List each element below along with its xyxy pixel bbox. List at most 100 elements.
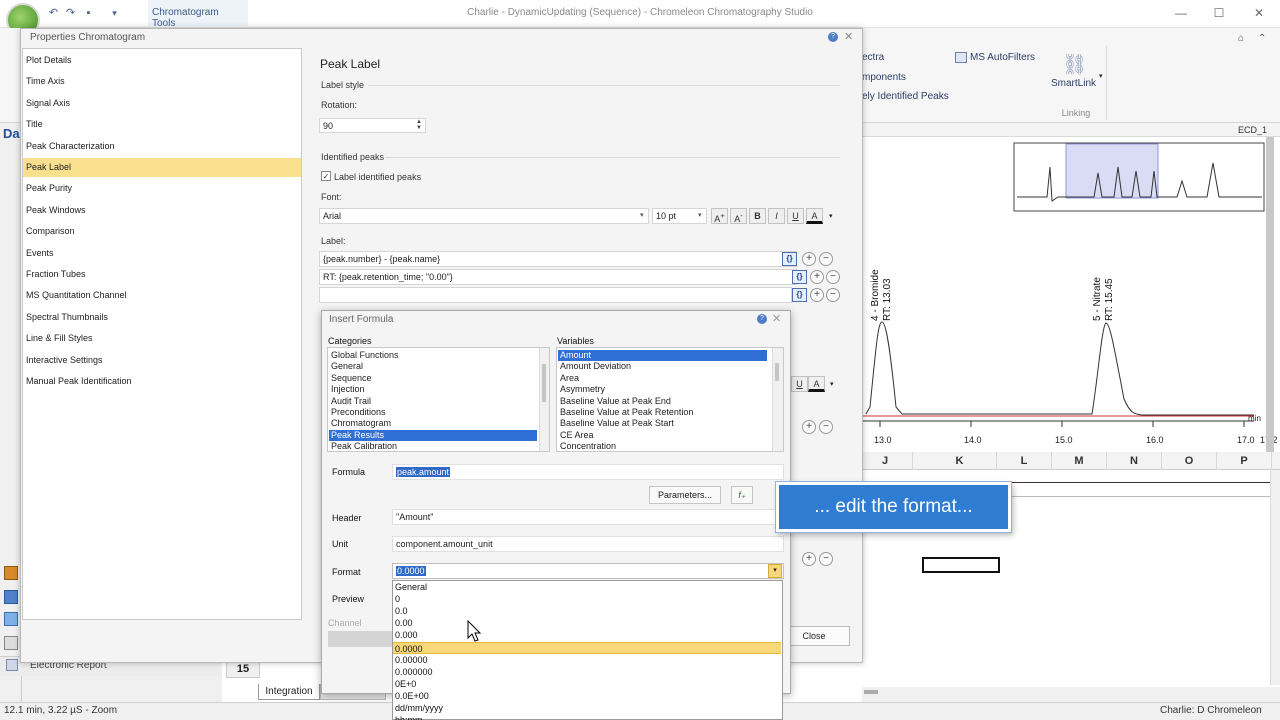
column-header-k[interactable]: K <box>923 452 997 470</box>
category-item[interactable]: Global Functions <box>329 350 537 361</box>
unit-input[interactable]: component.amount_unit <box>392 536 784 552</box>
format-option[interactable]: General <box>393 581 781 593</box>
label-line-3-input[interactable] <box>319 287 792 303</box>
variable-item[interactable]: Amount Deviation <box>558 361 767 372</box>
rotation-input[interactable]: 90 <box>319 118 426 133</box>
column-header-j[interactable]: J <box>858 452 913 470</box>
close-window-button[interactable]: ✕ <box>1244 4 1274 22</box>
nav-icon-data[interactable] <box>4 590 18 604</box>
font-select[interactable]: Arial <box>319 208 649 224</box>
format-option[interactable]: 0.0000 <box>393 641 781 654</box>
ribbon-identified-peaks-button[interactable]: ely Identified Peaks <box>862 91 949 102</box>
format-option[interactable]: 0.00 <box>393 617 781 629</box>
remove-line-icon-1[interactable]: − <box>819 252 833 266</box>
spreadsheet-vscroll[interactable] <box>1270 470 1280 685</box>
format-option[interactable]: 0.0E+00 <box>393 690 781 702</box>
category-item[interactable]: Peak Calibration <box>329 441 537 452</box>
variable-item[interactable]: Baseline Value at Peak End <box>558 396 767 407</box>
redo-icon[interactable]: ↷ <box>64 7 77 20</box>
ms-autofilters-button[interactable]: MS AutoFilters <box>970 52 1035 63</box>
category-item[interactable]: Peak Results <box>329 429 537 441</box>
remove-line-icon-5[interactable]: − <box>819 552 833 566</box>
parameters-button[interactable]: Parameters... <box>649 486 721 504</box>
font-size-dropdown-icon[interactable]: ▾ <box>698 211 702 219</box>
remove-line-icon-3[interactable]: − <box>826 288 840 302</box>
column-header-n[interactable]: N <box>1107 452 1162 470</box>
nav-item[interactable]: Manual Peak Identification <box>23 372 301 391</box>
nav-icon-report[interactable] <box>4 636 18 650</box>
nav-item[interactable]: Line & Fill Styles <box>23 329 301 348</box>
underline-button-2[interactable]: U <box>791 376 808 392</box>
grow-font-button[interactable]: A+ <box>711 208 728 224</box>
save-icon[interactable]: ▪ <box>82 7 95 20</box>
tab-integration[interactable]: Integration <box>258 684 320 700</box>
insert-formula-button-3[interactable]: {} <box>792 288 807 302</box>
format-option[interactable]: 0.000000 <box>393 666 781 678</box>
format-option[interactable]: 0 <box>393 593 781 605</box>
format-combobox[interactable]: 0.0000 <box>392 563 784 579</box>
nav-item[interactable]: Peak Label <box>23 158 301 177</box>
nav-item[interactable]: Time Axis <box>23 72 301 91</box>
nav-item[interactable]: Title <box>23 115 301 134</box>
nav-item[interactable]: MS Quantitation Channel <box>23 286 301 305</box>
format-option[interactable]: hh:mm <box>393 714 781 720</box>
category-item[interactable]: Audit Trail <box>329 396 537 407</box>
category-item[interactable]: Preconditions <box>329 407 537 418</box>
help-icon[interactable]: ? <box>757 314 767 324</box>
minimize-button[interactable]: — <box>1166 4 1196 22</box>
help-icon[interactable]: ? <box>828 32 838 42</box>
variable-item[interactable]: Amount <box>558 350 767 361</box>
format-option[interactable]: 0.00000 <box>393 654 781 666</box>
nav-item[interactable]: Signal Axis <box>23 94 301 113</box>
nav-item[interactable]: Peak Purity <box>23 179 301 198</box>
category-item[interactable]: Injection <box>329 384 537 395</box>
variable-item[interactable]: Baseline Value at Peak Retention <box>558 407 767 418</box>
format-option[interactable]: dd/mm/yyyy <box>393 702 781 714</box>
maximize-button[interactable]: ☐ <box>1204 4 1234 22</box>
add-line-icon-2[interactable]: + <box>810 270 824 284</box>
collapse-ribbon-icon[interactable]: ⌂ <box>1238 33 1244 44</box>
nav-item[interactable]: Fraction Tubes <box>23 265 301 284</box>
italic-button[interactable]: I <box>768 208 785 224</box>
smartlink-button[interactable]: SmartLink <box>1051 78 1096 89</box>
column-header-o[interactable]: O <box>1162 452 1217 470</box>
nav-item[interactable]: Comparison <box>23 222 301 241</box>
add-line-icon-5[interactable]: + <box>802 552 816 566</box>
label-line-1-input[interactable]: {peak.number} - {peak.name} <box>319 251 797 267</box>
smartlink-dropdown-icon[interactable]: ▾ <box>1099 72 1103 80</box>
variable-item[interactable]: Baseline Value at Peak Start <box>558 418 767 429</box>
variable-item[interactable]: CE Area <box>558 430 767 441</box>
chromatogram-tools-tab[interactable]: Chromatogram Tools <box>148 0 248 29</box>
variables-scroll-thumb[interactable] <box>775 363 779 381</box>
nav-icon-chromatogram[interactable] <box>4 612 18 626</box>
font-color-button-2[interactable]: A <box>808 376 825 392</box>
font-color-dropdown-icon-2[interactable]: ▾ <box>830 380 834 388</box>
format-dropdown-icon[interactable]: ▾ <box>768 564 782 578</box>
label-identified-checkbox[interactable]: ✓ <box>321 171 331 181</box>
category-item[interactable]: Sequence <box>329 373 537 384</box>
variable-item[interactable]: Concentration <box>558 441 767 452</box>
close-icon[interactable]: ✕ <box>844 30 853 43</box>
variable-item[interactable]: Asymmetry <box>558 384 767 395</box>
ribbon-spectra-button[interactable]: ectra <box>862 52 884 63</box>
categories-scroll-thumb[interactable] <box>542 364 546 402</box>
category-item[interactable]: Chromatogram <box>329 418 537 429</box>
label-line-2-input[interactable]: RT: {peak.retention_time; "0.00"} <box>319 269 797 285</box>
nav-item[interactable]: Plot Details <box>23 51 301 70</box>
insert-formula-button-1[interactable]: {} <box>782 252 797 266</box>
undo-icon[interactable]: ↶ <box>47 7 60 20</box>
remove-line-icon-4[interactable]: − <box>819 420 833 434</box>
customize-toolbar-icon[interactable]: ▾ <box>108 7 121 20</box>
nav-item[interactable]: Events <box>23 244 301 263</box>
column-header-m[interactable]: M <box>1052 452 1107 470</box>
smartlink-chain-icon[interactable]: ⛓ <box>1062 52 1087 76</box>
add-line-icon-3[interactable]: + <box>810 288 824 302</box>
bold-button[interactable]: B <box>749 208 766 224</box>
formula-input[interactable]: peak.amount <box>392 464 784 480</box>
selected-cell[interactable] <box>922 557 1000 573</box>
function-button[interactable]: f₊ <box>731 486 753 504</box>
nav-item[interactable]: Spectral Thumbnails <box>23 308 301 327</box>
spreadsheet-hscroll-thumb[interactable] <box>864 690 878 694</box>
nav-icon-instruments[interactable] <box>4 566 18 580</box>
ribbon-up-icon[interactable]: ⌃ <box>1258 33 1266 44</box>
